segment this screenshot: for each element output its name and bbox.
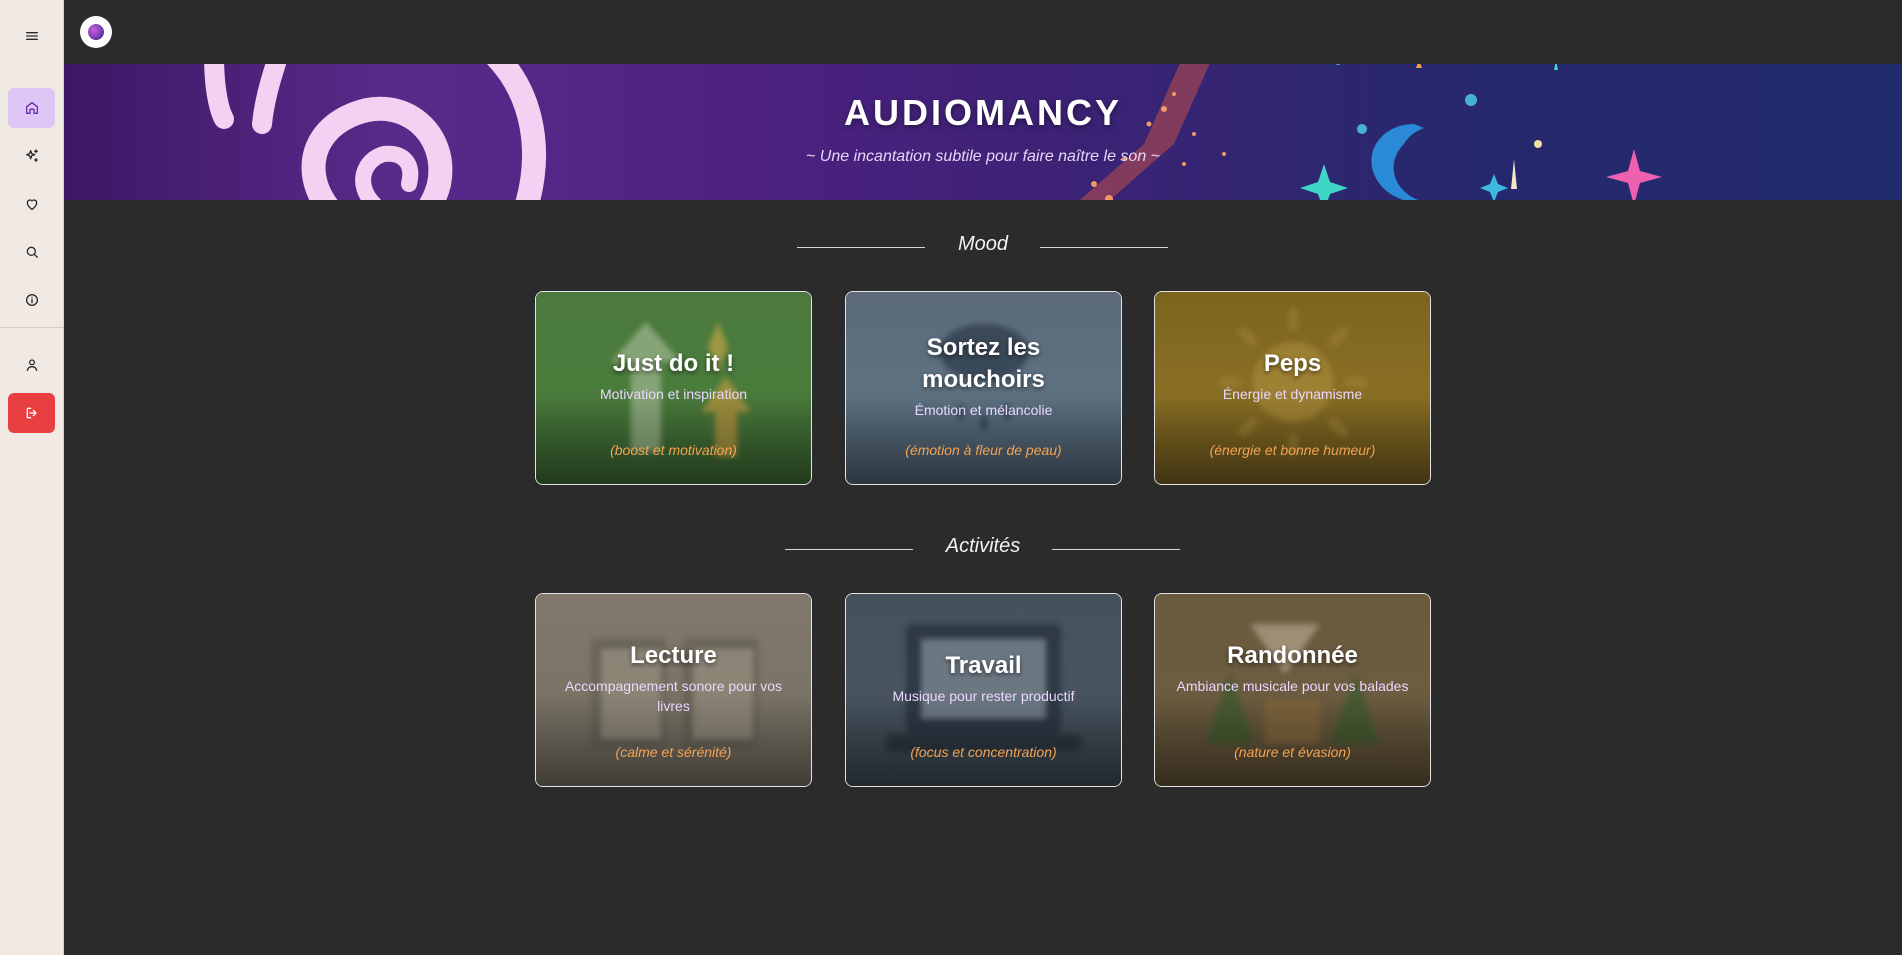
section-divider-left xyxy=(797,247,925,248)
mood-card-just-do-it[interactable]: Just do it ! Motivation et inspiration (… xyxy=(535,291,812,485)
card-title: Lecture xyxy=(630,642,717,669)
sidebar-item-search[interactable] xyxy=(8,232,55,272)
section-divider-left xyxy=(785,549,913,550)
card-tag: (boost et motivation) xyxy=(610,442,737,458)
sidebar-item-home[interactable] xyxy=(8,88,55,128)
search-icon xyxy=(26,246,38,258)
mood-card-sortez-les-mouchoirs[interactable]: Sortez les mouchoirs Émotion et mélancol… xyxy=(845,291,1122,485)
card-description: Accompagnement sonore pour vos livres xyxy=(564,678,783,714)
card-description: Musique pour rester productif xyxy=(892,688,1075,704)
logout-icon xyxy=(26,407,37,419)
activity-card-lecture[interactable]: Lecture Accompagnement sonore pour vos l… xyxy=(535,593,812,787)
card-title: Randonnée xyxy=(1227,642,1358,669)
card-tag: (émotion à fleur de peau) xyxy=(905,442,1062,458)
section-header-activites: Activités xyxy=(64,535,1902,563)
sidebar-item-about[interactable] xyxy=(8,280,55,320)
sparkles-icon xyxy=(25,149,38,162)
card-tag: (nature et évasion) xyxy=(1234,744,1351,760)
card-description: Énergie et dynamisme xyxy=(1222,386,1363,402)
info-icon xyxy=(25,294,38,306)
audiomancy-logo-icon[interactable] xyxy=(80,16,112,48)
section-divider-right xyxy=(1052,549,1180,550)
section-divider-right xyxy=(1040,247,1168,248)
card-description: Motivation et inspiration xyxy=(599,386,748,402)
card-tag: (focus et concentration) xyxy=(910,744,1057,760)
user-icon xyxy=(26,359,37,371)
card-title: Just do it ! xyxy=(612,350,735,377)
top-bar xyxy=(64,0,1902,64)
sidebar-item-discover[interactable] xyxy=(8,136,55,176)
menu-toggle-button[interactable] xyxy=(8,16,55,56)
card-description: Ambiance musicale pour vos balades xyxy=(1176,678,1409,694)
activity-card-randonnee[interactable]: Randonnée Ambiance musicale pour vos bal… xyxy=(1154,593,1431,787)
card-title: Peps xyxy=(1263,350,1322,377)
hero-banner: AUDIOMANCY ~ Une incantation subtile pou… xyxy=(64,64,1902,200)
logout-button[interactable] xyxy=(8,393,55,433)
sidebar-divider xyxy=(0,327,64,328)
home-icon xyxy=(25,102,38,114)
banner-title: AUDIOMANCY xyxy=(844,92,1122,133)
card-title: Sortez les mouchoirs xyxy=(922,334,1045,393)
sidebar-item-profile[interactable] xyxy=(8,345,55,385)
sidebar-item-favorites[interactable] xyxy=(8,184,55,224)
section-title: Mood xyxy=(957,233,1009,255)
card-title: Travail xyxy=(945,652,1022,679)
section-header-mood: Mood xyxy=(64,233,1902,261)
heart-icon xyxy=(26,199,37,210)
hamburger-menu-icon xyxy=(25,31,38,40)
sidebar xyxy=(0,0,64,955)
card-tag: (calme et sérénité) xyxy=(615,744,732,760)
section-title: Activités xyxy=(945,535,1021,557)
activity-card-travail[interactable]: Travail Musique pour rester productif (f… xyxy=(845,593,1122,787)
card-description: Émotion et mélancolie xyxy=(914,402,1053,418)
mood-card-peps[interactable]: Peps Énergie et dynamisme (énergie et bo… xyxy=(1154,291,1431,485)
card-tag: (énergie et bonne humeur) xyxy=(1209,442,1376,458)
banner-subtitle: ~ Une incantation subtile pour faire naî… xyxy=(806,148,1160,165)
